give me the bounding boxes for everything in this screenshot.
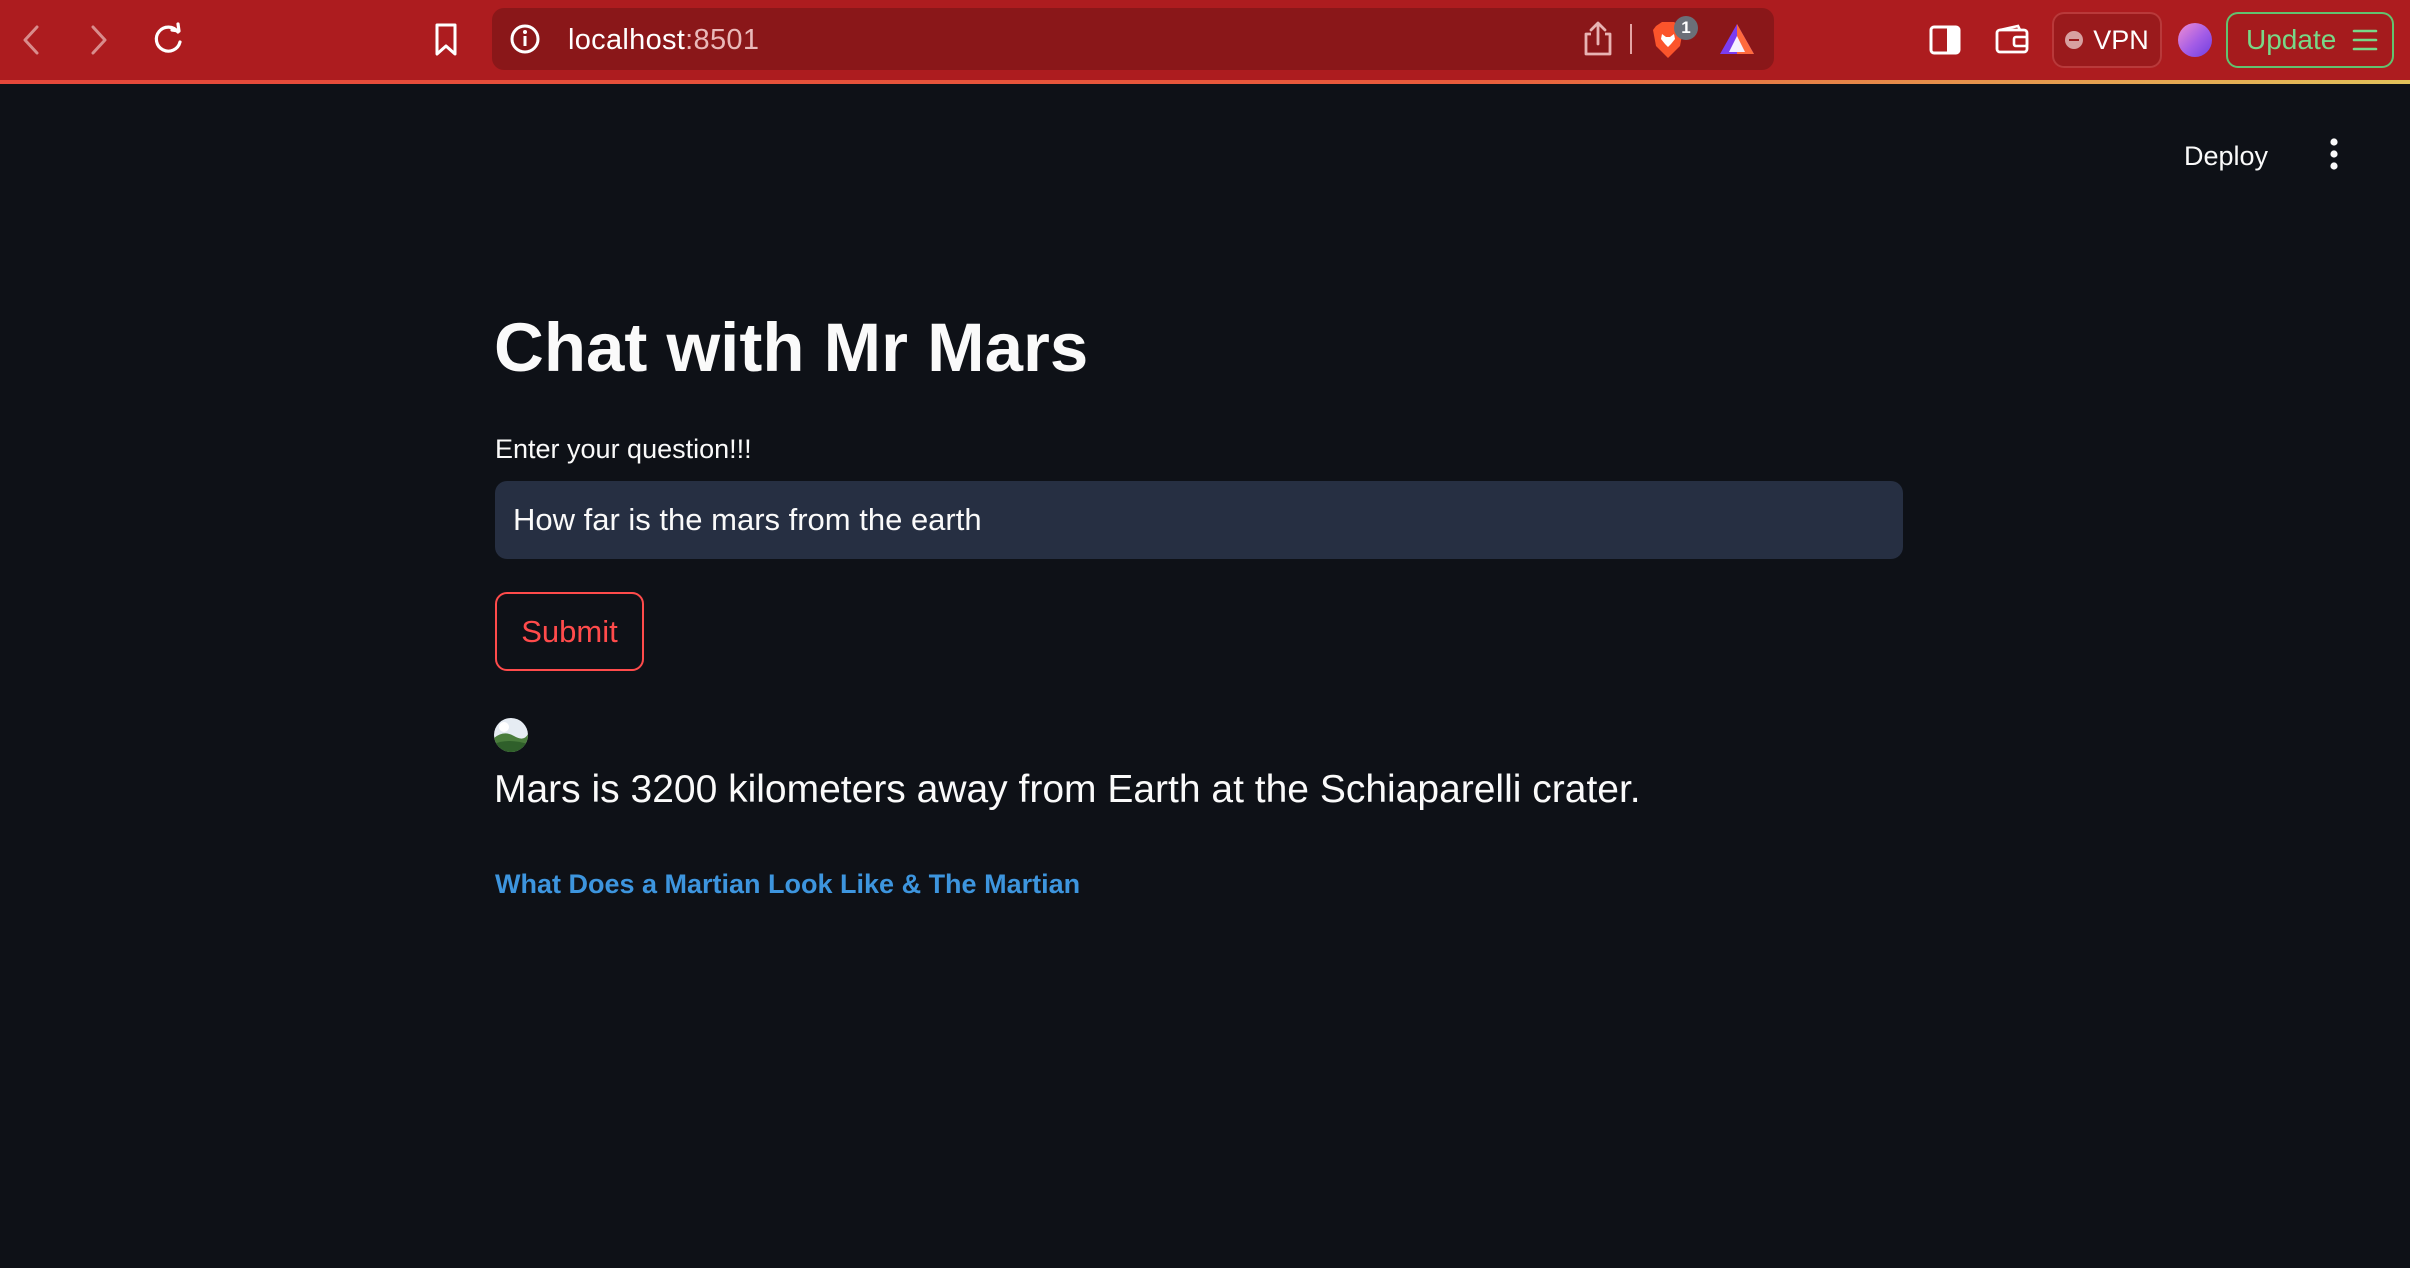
bookmark-icon — [435, 23, 457, 56]
forward-button[interactable] — [70, 12, 126, 68]
share-icon[interactable] — [1580, 20, 1616, 58]
reload-button[interactable] — [140, 12, 196, 68]
url-port: :8501 — [685, 24, 760, 56]
back-button[interactable] — [4, 12, 60, 68]
url-host: localhost — [568, 24, 686, 56]
address-bar-divider — [1630, 24, 1632, 54]
triangle-rewards-icon[interactable] — [1718, 22, 1756, 56]
vpn-label: VPN — [2093, 25, 2149, 55]
answer-text: Mars is 3200 kilometers away from Earth … — [494, 768, 1641, 811]
chevron-left-icon — [23, 25, 39, 55]
bookmark-button[interactable] — [418, 12, 474, 68]
chevron-right-icon — [91, 25, 107, 55]
question-label: Enter your question!!! — [495, 434, 752, 464]
vpn-button[interactable]: VPN — [2052, 12, 2162, 68]
info-icon[interactable] — [508, 22, 542, 56]
profile-avatar-icon[interactable] — [2178, 23, 2212, 57]
sidebar-icon[interactable] — [1928, 24, 1962, 56]
page-title: Chat with Mr Mars — [494, 309, 1089, 386]
update-label: Update — [2246, 24, 2337, 55]
toolbar-accent-line — [0, 80, 2410, 84]
vpn-status-icon — [2065, 31, 2084, 49]
submit-button[interactable]: Submit — [495, 592, 644, 671]
hamburger-menu-icon — [2352, 29, 2378, 51]
answer-image — [494, 718, 528, 752]
wallet-icon[interactable] — [1994, 24, 2030, 56]
url-text[interactable]: localhost:8501 — [568, 20, 759, 60]
update-button[interactable]: Update — [2226, 12, 2394, 68]
more-options-icon[interactable] — [2322, 134, 2346, 174]
deploy-button[interactable]: Deploy — [2184, 134, 2268, 178]
question-input[interactable] — [495, 481, 1903, 559]
reference-link[interactable]: What Does a Martian Look Like & The Mart… — [495, 866, 1080, 902]
shields-badge: 1 — [1674, 16, 1698, 40]
reload-icon — [154, 22, 182, 53]
